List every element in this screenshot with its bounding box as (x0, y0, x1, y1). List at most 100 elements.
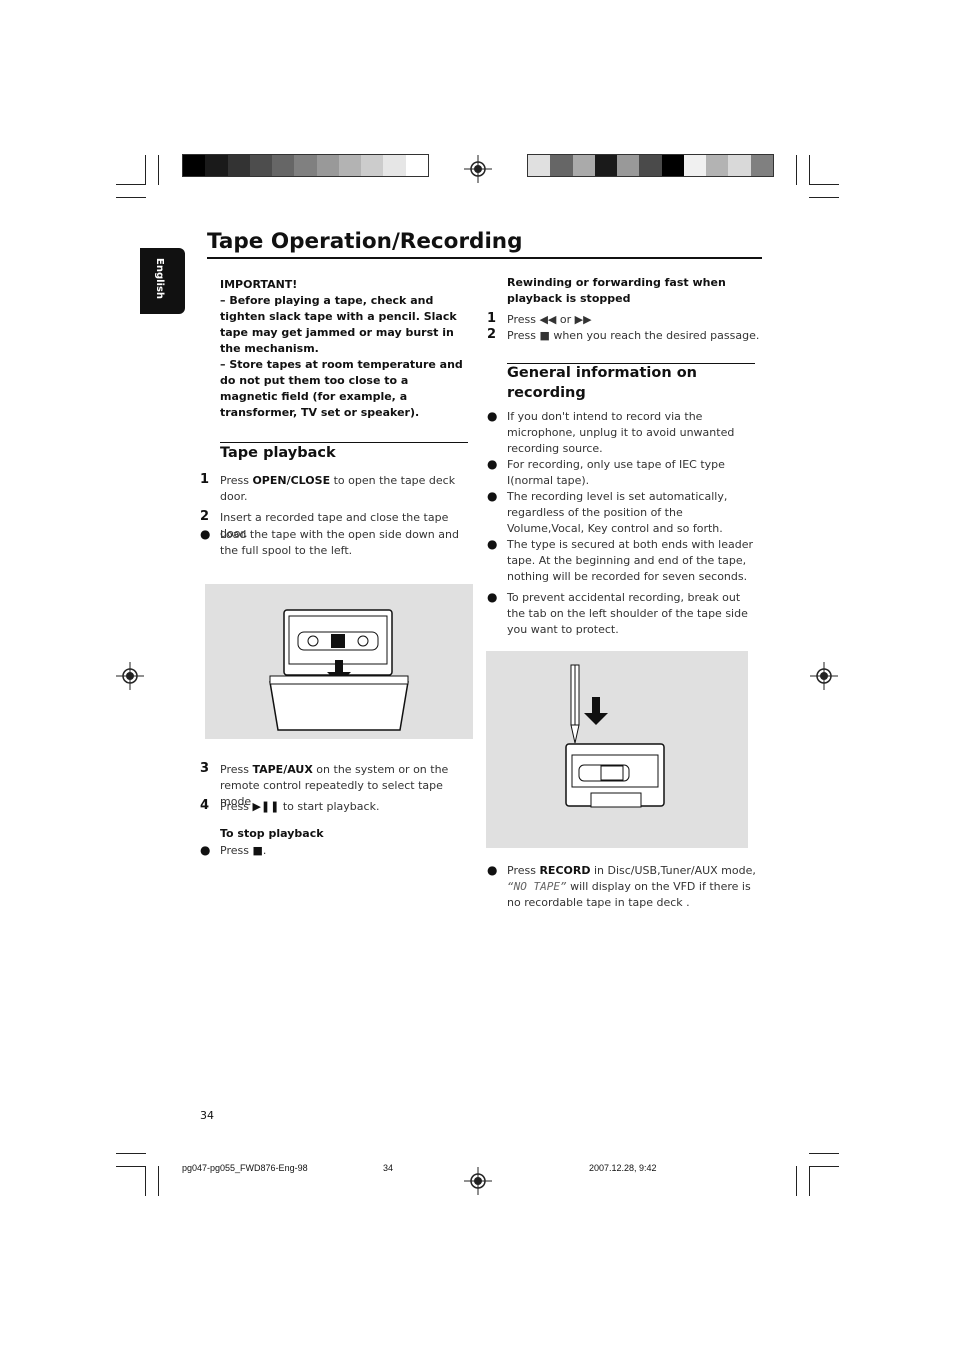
color-swatch (594, 155, 618, 176)
registration-mark-icon (810, 662, 838, 690)
important-notice: IMPORTANT! – Before playing a tape, chec… (220, 277, 465, 421)
playback-step-1: Press OPEN/CLOSE to open the tape deck d… (220, 474, 456, 503)
rewind-heading: Rewinding or forwarding fast when playba… (507, 276, 726, 305)
crop-mark (158, 155, 159, 185)
step-number: 3 (200, 761, 210, 776)
step-number: 1 (487, 311, 497, 326)
step-number: 2 (487, 327, 497, 342)
important-item: – Before playing a tape, check and tight… (220, 294, 457, 355)
color-swatch (728, 155, 751, 176)
color-swatch (205, 155, 228, 176)
recording-info-list: ● If you don't intend to record via the m… (487, 409, 757, 638)
list-item: ● The type is secured at both ends with l… (487, 537, 757, 585)
crop-mark (809, 184, 839, 185)
crop-mark (158, 1166, 159, 1196)
color-swatch (550, 155, 573, 176)
bullet-icon: ● (487, 457, 498, 471)
color-swatch (338, 155, 362, 176)
color-swatch (294, 155, 317, 176)
crop-mark (809, 1153, 839, 1154)
crop-mark (809, 197, 839, 198)
color-swatch (683, 155, 707, 176)
list-item-text: The type is secured at both ends with le… (507, 538, 754, 583)
stop-playback-heading: To stop playback (220, 827, 324, 840)
print-date: 2007.12.28, 9:42 (589, 1163, 657, 1173)
rewind-step-1: Press ◀◀ or ▶▶ (507, 313, 592, 326)
crop-mark (145, 155, 146, 185)
list-item-text: If you don't intend to record via the mi… (507, 410, 735, 455)
registration-mark-icon (464, 155, 492, 183)
language-tab: English (140, 248, 185, 314)
registration-mark-icon (464, 1167, 492, 1195)
language-label: English (154, 258, 165, 300)
color-swatch (272, 155, 295, 176)
color-swatch (706, 155, 729, 176)
title-rule (207, 257, 762, 259)
important-item: – Store tapes at room temperature and do… (220, 358, 463, 419)
page-number: 34 (200, 1109, 214, 1122)
list-item: ● The recording level is set automaticall… (487, 489, 757, 537)
stop-playback-text: Press ■. (220, 844, 267, 857)
registration-mark-icon (116, 662, 144, 690)
list-item: ● If you don't intend to record via the m… (487, 409, 757, 457)
recording-info-heading: General information on recording (507, 365, 697, 401)
list-item-text: To prevent accidental recording, break o… (507, 591, 748, 636)
stop-icon: ■ (252, 844, 263, 857)
sheet-number: 34 (383, 1163, 394, 1173)
color-swatch (249, 155, 273, 176)
vfd-display-text: “NO TAPE” (507, 880, 567, 893)
crop-mark (116, 184, 146, 185)
bullet-icon: ● (487, 863, 498, 877)
step-number: 1 (200, 472, 210, 487)
cassette-insert-illustration (205, 584, 473, 739)
tape-playback-heading: Tape playback (220, 445, 336, 461)
crop-mark (809, 155, 810, 185)
manual-page: English Tape Operation/Recording IMPORTA… (0, 0, 954, 1351)
playback-bullet: Load the tape with the open side down an… (220, 528, 459, 557)
page-title: Tape Operation/Recording (207, 229, 523, 254)
tab-break-illustration (486, 651, 748, 848)
crop-mark (809, 1166, 810, 1196)
color-swatch (750, 155, 773, 176)
color-swatch (227, 155, 250, 176)
crop-mark (796, 1166, 797, 1196)
bullet-icon: ● (487, 537, 498, 551)
bullet-icon: ● (200, 843, 211, 857)
file-name: pg047-pg055_FWD876-Eng-98 (182, 1163, 308, 1173)
playback-step-4: Press ▶❚❚ to start playback. (220, 800, 380, 813)
color-swatch (639, 155, 662, 176)
crop-mark (145, 1166, 146, 1196)
bullet-icon: ● (487, 590, 498, 604)
color-bar-left (182, 154, 429, 177)
record-instruction: Press RECORD in Disc/USB,Tuner/AUX mode,… (507, 864, 756, 909)
play-pause-icon: ▶❚❚ (252, 800, 280, 813)
list-item-text: The recording level is set automatically… (507, 490, 728, 535)
crop-mark (116, 197, 146, 198)
crop-mark (809, 1166, 839, 1167)
color-swatch (528, 155, 551, 176)
step-number: 4 (200, 798, 210, 813)
list-item: ● To prevent accidental recording, break … (487, 590, 757, 638)
rewind-step-2: Press ■ when you reach the desired passa… (507, 329, 760, 342)
color-swatch (183, 155, 206, 176)
bullet-icon: ● (200, 527, 211, 541)
cassette-screwdriver-icon (565, 664, 665, 808)
list-item-text: For recording, only use tape of IEC type… (507, 458, 725, 487)
crop-mark (116, 1153, 146, 1154)
color-swatch (617, 155, 640, 176)
color-bar-right (527, 154, 774, 177)
color-swatch (661, 155, 684, 176)
color-swatch (572, 155, 595, 176)
crop-mark (116, 1166, 146, 1167)
cassette-icon (269, 609, 409, 731)
color-swatch (361, 155, 384, 176)
color-swatch (405, 155, 428, 176)
crop-mark (796, 155, 797, 185)
color-swatch (383, 155, 406, 176)
bullet-icon: ● (487, 409, 498, 423)
bullet-icon: ● (487, 489, 498, 503)
list-item: ● For recording, only use tape of IEC typ… (487, 457, 757, 489)
important-title: IMPORTANT! (220, 278, 298, 291)
color-swatch (316, 155, 339, 176)
step-number: 2 (200, 509, 210, 524)
